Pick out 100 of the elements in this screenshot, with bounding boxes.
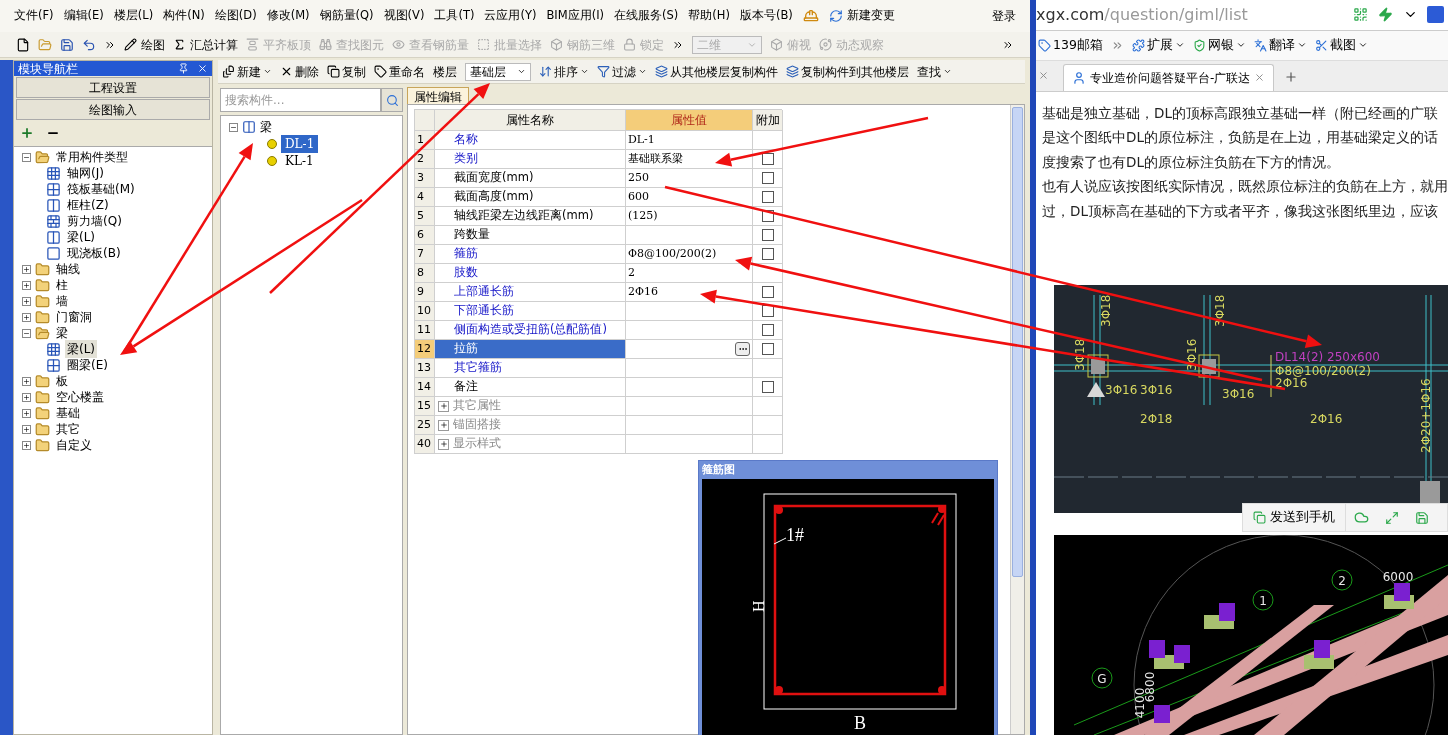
pin-icon[interactable] <box>178 63 189 74</box>
qr-code-icon[interactable] <box>1353 7 1368 23</box>
bookmark[interactable]: 截图 <box>1314 35 1368 55</box>
floor-select[interactable]: 基础层 <box>465 62 531 81</box>
login-button[interactable]: 登录 <box>992 7 1016 25</box>
checkbox[interactable] <box>761 172 774 184</box>
toolbar-button[interactable]: 从其他楼层复制构件 <box>655 62 778 81</box>
tree-item[interactable]: 轴线 <box>54 260 82 278</box>
tree-item[interactable]: DL-1 <box>281 135 319 153</box>
undo-icon[interactable] <box>82 37 96 52</box>
checkbox[interactable] <box>761 381 774 393</box>
tree-item[interactable]: 剪力墙(Q) <box>65 212 124 230</box>
checkbox[interactable] <box>761 153 774 165</box>
address-bar[interactable]: xgx.com/question/giml/list <box>1036 2 1348 27</box>
tree-item[interactable]: 墙 <box>54 292 70 310</box>
new-file-icon[interactable] <box>16 37 30 52</box>
cloud-icon[interactable] <box>1354 510 1369 525</box>
save-icon[interactable] <box>60 37 74 52</box>
save-icon[interactable] <box>1415 510 1429 525</box>
expand-toggle[interactable] <box>438 419 449 431</box>
toolbar-button[interactable]: 查找 <box>917 62 952 81</box>
tree-item[interactable]: 筏板基础(M) <box>65 180 137 198</box>
more-button[interactable] <box>735 342 750 356</box>
expand-toggle[interactable] <box>22 424 31 434</box>
expand-toggle[interactable] <box>22 440 31 450</box>
menu-item[interactable]: 视图(V) <box>383 7 425 25</box>
menu-item[interactable]: 工具(T) <box>434 7 475 25</box>
tree-item[interactable]: 其它 <box>54 420 82 438</box>
menu-item[interactable]: 构件(N) <box>163 7 205 25</box>
tree-item[interactable]: 梁 <box>54 324 70 342</box>
close-icon[interactable] <box>1038 69 1049 81</box>
search-field[interactable]: 搜索构件... <box>220 88 381 112</box>
close-icon[interactable] <box>1254 72 1266 83</box>
collapse-toggle[interactable] <box>22 152 31 162</box>
lightning-icon[interactable] <box>1378 7 1393 23</box>
tree-item[interactable]: 梁(L) <box>65 340 98 358</box>
toolbar-button[interactable]: 复制构件到其他楼层 <box>786 62 909 81</box>
menu-item[interactable]: 在线服务(S) <box>614 7 679 25</box>
menu-item[interactable]: 楼层(L) <box>113 7 154 25</box>
bookmark[interactable]: 139邮箱 <box>1038 35 1103 55</box>
expand-toggle[interactable] <box>22 296 31 306</box>
toolbar-button[interactable]: 复制 <box>327 62 366 81</box>
tree-item[interactable]: 现浇板(B) <box>65 244 123 262</box>
table-cell[interactable] <box>626 340 753 359</box>
expand-toggle[interactable] <box>438 438 449 450</box>
checkbox[interactable] <box>761 229 774 241</box>
checkbox[interactable] <box>761 343 774 355</box>
bookmark[interactable]: 翻译 <box>1253 35 1307 55</box>
menu-item[interactable]: BIM应用(I) <box>546 7 604 25</box>
menu-item[interactable]: 绘图(D) <box>214 7 257 25</box>
table-cell[interactable]: DL-1 <box>626 131 753 150</box>
checkbox[interactable] <box>761 286 774 298</box>
table-cell[interactable]: 600 <box>626 188 753 207</box>
tree-item[interactable]: 梁(L) <box>65 228 98 246</box>
tree-item[interactable]: 轴网(J) <box>65 164 106 182</box>
tree-item[interactable]: 门窗洞 <box>54 308 94 326</box>
new-tab-icon[interactable] <box>1284 69 1299 84</box>
tree-item[interactable]: 空心楼盖 <box>54 388 106 406</box>
table-cell[interactable] <box>626 321 753 340</box>
tree-item[interactable]: 常用构件类型 <box>54 148 130 166</box>
browser-tab[interactable]: 专业造价问题答疑平台-广联达 <box>1063 63 1275 91</box>
fullscreen-icon[interactable] <box>1385 510 1399 525</box>
nav-button[interactable]: 工程设置 <box>16 77 210 98</box>
expand-toggle[interactable] <box>22 376 31 386</box>
tree-item[interactable]: 梁 <box>260 118 272 136</box>
menu-item[interactable]: 钢筋量(Q) <box>319 7 374 25</box>
tree-item[interactable]: 圈梁(E) <box>65 356 110 374</box>
tree-item[interactable]: 自定义 <box>54 436 94 454</box>
checkbox[interactable] <box>761 248 774 260</box>
bookmark[interactable]: 网银 <box>1192 35 1246 55</box>
expand-toggle[interactable] <box>438 400 449 412</box>
toolbar-button[interactable]: 重命名 <box>374 62 425 81</box>
checkbox[interactable] <box>761 191 774 203</box>
menu-item[interactable]: 文件(F) <box>14 7 54 25</box>
scrollbar[interactable] <box>1010 105 1024 734</box>
collapse-toggle[interactable] <box>229 122 238 132</box>
search-button[interactable] <box>381 88 403 112</box>
table-cell[interactable] <box>626 416 753 435</box>
tree-item[interactable]: KL-1 <box>281 152 318 170</box>
table-cell[interactable] <box>626 226 753 245</box>
expand-toggle[interactable] <box>22 264 31 274</box>
toolbar-button[interactable]: 删除 <box>280 62 319 81</box>
bookmark[interactable]: 扩展 <box>1131 35 1185 55</box>
tree-item[interactable]: 基础 <box>54 404 82 422</box>
expand-toggle[interactable] <box>22 280 31 290</box>
collapse-toggle[interactable] <box>22 328 31 338</box>
toolbar-button[interactable]: 新建 <box>222 62 272 81</box>
toolbar-button[interactable]: 汇总计算 <box>173 35 238 54</box>
table-cell[interactable] <box>626 359 753 378</box>
expand-all-icon[interactable] <box>20 126 34 140</box>
table-cell[interactable]: (125) <box>626 207 753 226</box>
menu-item[interactable]: 新建变更 <box>828 7 895 25</box>
tree-item[interactable]: 板 <box>54 372 70 390</box>
table-cell[interactable]: 250 <box>626 169 753 188</box>
toolbar-button[interactable]: 绘图 <box>124 35 165 54</box>
menu-item[interactable]: 帮助(H) <box>688 7 730 25</box>
table-cell[interactable] <box>626 378 753 397</box>
checkbox[interactable] <box>761 324 774 336</box>
tab[interactable]: 属性编辑 <box>407 87 469 104</box>
table-cell[interactable] <box>626 302 753 321</box>
